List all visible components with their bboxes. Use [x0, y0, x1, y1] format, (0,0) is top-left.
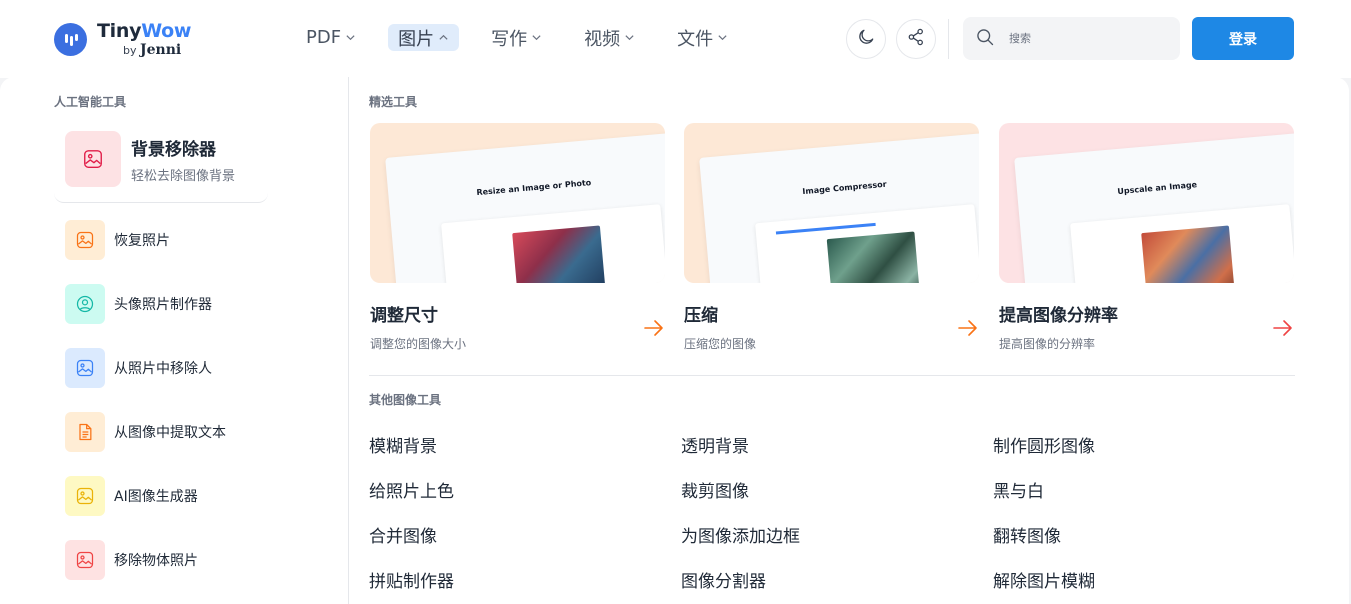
- card-subtitle: 提高图像的分辨率: [999, 337, 1096, 351]
- ai-tool-label: 移除物体照片: [114, 553, 198, 569]
- mock-title: Image Compressor: [802, 179, 887, 197]
- featured-tools-column: 精选工具 Resize an Image or Photo 调整尺寸 调整您的图…: [350, 77, 1349, 604]
- images-dropdown-panel: 人工智能工具 背景移除器 轻松去除图像背景 恢复照片 头像照片制作器 从照片中移…: [0, 77, 1349, 604]
- background-remover-card[interactable]: 背景移除器 轻松去除图像背景: [54, 121, 268, 203]
- screenshot-mock: Image Compressor: [699, 132, 979, 283]
- ai-tool-label: 恢复照片: [114, 233, 170, 249]
- ai-tools-column: 人工智能工具 背景移除器 轻松去除图像背景 恢复照片 头像照片制作器 从照片中移…: [0, 77, 349, 604]
- logo[interactable]: TinyWow by Jenni: [54, 22, 191, 57]
- tool-link-transparent-background[interactable]: 透明背景: [681, 432, 749, 457]
- ai-tool-extract-text[interactable]: 从图像中提取文本: [65, 412, 226, 452]
- screenshot-mock: Upscale an Image: [1014, 132, 1294, 283]
- ai-tool-label: 头像照片制作器: [114, 297, 212, 313]
- feature-title: 背景移除器: [131, 140, 216, 160]
- progress-bar: [775, 222, 876, 235]
- ai-tool-remove-person[interactable]: 从照片中移除人: [65, 348, 212, 388]
- search-icon: [975, 27, 995, 51]
- image-icon: [65, 220, 105, 260]
- image-icon: [65, 540, 105, 580]
- image-icon: [65, 131, 121, 187]
- share-button[interactable]: [896, 19, 936, 59]
- header: TinyWow by Jenni PDF 图片 写作 视频 文件 登录: [0, 0, 1351, 78]
- nav-writing[interactable]: 写作: [481, 24, 552, 51]
- nav-label: 图片: [398, 28, 435, 50]
- featured-card-compress[interactable]: Image Compressor 压缩 压缩您的图像: [684, 123, 979, 352]
- tool-link-blur-background[interactable]: 模糊背景: [369, 432, 437, 457]
- chevron-up-icon: [438, 32, 449, 43]
- logo-mark-icon: [54, 23, 87, 56]
- ai-tools-heading: 人工智能工具: [54, 95, 127, 109]
- dark-mode-button[interactable]: [846, 19, 886, 59]
- mock-panel: [441, 204, 665, 283]
- search-input[interactable]: [1009, 32, 1159, 45]
- nav-files[interactable]: 文件: [667, 24, 738, 51]
- ai-tool-image-generator[interactable]: AI图像生成器: [65, 476, 198, 516]
- nav-label: 文件: [677, 28, 714, 50]
- arrow-right-icon: [643, 319, 665, 341]
- document-icon: [65, 412, 105, 452]
- mock-panel: [755, 204, 979, 283]
- tool-link-black-white[interactable]: 黑与白: [993, 477, 1044, 502]
- share-icon: [906, 27, 926, 51]
- chevron-down-icon: [531, 32, 542, 43]
- header-divider: [948, 19, 949, 59]
- tool-link-circle-image[interactable]: 制作圆形图像: [993, 432, 1095, 457]
- nav-pdf[interactable]: PDF: [296, 24, 366, 51]
- ai-tool-label: 从图像中提取文本: [114, 425, 226, 441]
- tool-link-flip-image[interactable]: 翻转图像: [993, 522, 1061, 547]
- card-thumbnail: Upscale an Image: [999, 123, 1294, 283]
- sample-photo: [1141, 225, 1235, 283]
- featured-card-resize[interactable]: Resize an Image or Photo 调整尺寸 调整您的图像大小: [370, 123, 665, 352]
- tool-link-crop-image[interactable]: 裁剪图像: [681, 477, 749, 502]
- mock-title: Resize an Image or Photo: [476, 178, 592, 198]
- card-thumbnail: Resize an Image or Photo: [370, 123, 665, 283]
- nav-label: 视频: [584, 28, 621, 50]
- tool-link-unblur-image[interactable]: 解除图片模糊: [993, 567, 1095, 592]
- card-subtitle: 压缩您的图像: [684, 337, 757, 351]
- nav-label: 写作: [491, 28, 528, 50]
- login-button[interactable]: 登录: [1192, 17, 1294, 60]
- ai-tool-restore-photo[interactable]: 恢复照片: [65, 220, 170, 260]
- card-title: 提高图像分辨率: [999, 306, 1118, 326]
- logo-name: TinyWow: [97, 20, 192, 42]
- main-nav: PDF 图片 写作 视频 文件: [296, 24, 760, 51]
- sample-photo: [512, 225, 606, 283]
- section-divider: [369, 375, 1295, 376]
- nav-label: PDF: [306, 27, 342, 48]
- ai-tool-label: 从照片中移除人: [114, 361, 212, 377]
- nav-video[interactable]: 视频: [574, 24, 645, 51]
- tool-link-colorize-photo[interactable]: 给照片上色: [369, 477, 454, 502]
- tool-link-image-splitter[interactable]: 图像分割器: [681, 567, 766, 592]
- image-icon: [65, 348, 105, 388]
- card-title: 压缩: [684, 306, 718, 326]
- chevron-down-icon: [717, 32, 728, 43]
- other-tools-heading: 其他图像工具: [369, 393, 442, 407]
- card-subtitle: 调整您的图像大小: [370, 337, 467, 351]
- chevron-down-icon: [624, 32, 635, 43]
- mock-panel: [1070, 204, 1294, 283]
- tool-link-collage-maker[interactable]: 拼贴制作器: [369, 567, 454, 592]
- card-title: 调整尺寸: [370, 306, 438, 326]
- ai-tool-label: AI图像生成器: [114, 489, 198, 505]
- featured-tools-heading: 精选工具: [369, 95, 418, 109]
- logo-byline: by Jenni: [123, 42, 182, 58]
- mock-title: Upscale an Image: [1117, 180, 1198, 197]
- ai-tool-avatar-maker[interactable]: 头像照片制作器: [65, 284, 212, 324]
- tool-link-add-border[interactable]: 为图像添加边框: [681, 522, 800, 547]
- sample-photo: [826, 231, 921, 283]
- screenshot-mock: Resize an Image or Photo: [385, 132, 665, 283]
- image-icon: [65, 476, 105, 516]
- nav-images[interactable]: 图片: [388, 24, 460, 51]
- chevron-down-icon: [345, 32, 356, 43]
- search-box[interactable]: [963, 17, 1180, 60]
- user-icon: [65, 284, 105, 324]
- featured-card-upscale[interactable]: Upscale an Image 提高图像分辨率 提高图像的分辨率: [999, 123, 1294, 352]
- moon-icon: [856, 27, 876, 51]
- arrow-right-icon: [957, 319, 979, 341]
- ai-tool-remove-object[interactable]: 移除物体照片: [65, 540, 198, 580]
- feature-subtitle: 轻松去除图像背景: [131, 169, 236, 184]
- arrow-right-icon: [1272, 319, 1294, 341]
- tool-link-merge-images[interactable]: 合并图像: [369, 522, 437, 547]
- card-thumbnail: Image Compressor: [684, 123, 979, 283]
